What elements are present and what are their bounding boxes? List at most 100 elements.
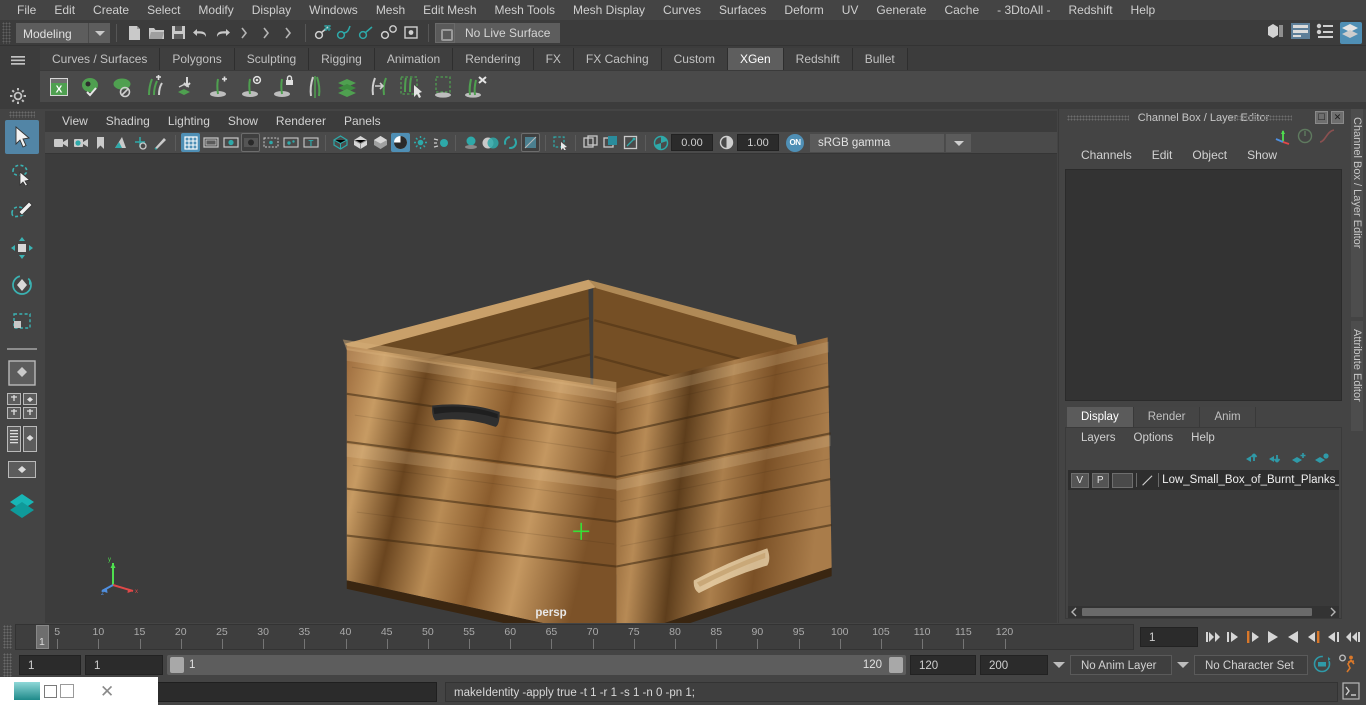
- shadows-icon[interactable]: [461, 133, 480, 152]
- shelf-item-xgen-add-description-icon[interactable]: [140, 72, 170, 102]
- layer-list[interactable]: V P Low_Small_Box_of_Burnt_Planks_001_: [1068, 470, 1339, 618]
- move-layer-down-icon[interactable]: [1268, 452, 1283, 465]
- grease-pencil-icon[interactable]: [151, 133, 170, 152]
- show-hide-channel-box-icon[interactable]: [1340, 22, 1362, 44]
- undock-panel-icon[interactable]: ☐: [1315, 111, 1328, 124]
- channel-box-list[interactable]: [1065, 169, 1342, 401]
- menu-item-create[interactable]: Create: [84, 0, 138, 20]
- layout-hypergraph-persp-icon[interactable]: [5, 457, 39, 487]
- camera-attributes-icon[interactable]: [71, 133, 90, 152]
- new-layer-from-selected-icon[interactable]: [1291, 452, 1306, 465]
- menu-item-mesh-tools[interactable]: Mesh Tools: [486, 0, 564, 20]
- xray-active-components-icon[interactable]: [621, 133, 640, 152]
- side-tab-attribute-editor[interactable]: Attribute Editor: [1351, 321, 1363, 431]
- maximize-window-icon[interactable]: [60, 684, 74, 698]
- snap-to-grid-icon[interactable]: [312, 22, 334, 44]
- shelf-tab-menu-icon[interactable]: [9, 53, 31, 75]
- step-back-frame-icon[interactable]: [1244, 627, 1262, 647]
- use-all-lights-icon[interactable]: [431, 133, 450, 152]
- move-layer-up-icon[interactable]: [1245, 452, 1260, 465]
- restore-window-icon[interactable]: [44, 685, 57, 698]
- playback-start-time-field[interactable]: 1: [85, 655, 163, 675]
- shelf-item-xgen-guide-visibility-icon[interactable]: [236, 72, 266, 102]
- menu-set-selector[interactable]: Modeling: [16, 22, 110, 43]
- shelf-item-xgen-region-select-icon[interactable]: [428, 72, 458, 102]
- shelf-item-xgen-select-guides-icon[interactable]: [396, 72, 426, 102]
- layer-playback-toggle[interactable]: P: [1091, 472, 1109, 488]
- exposure-value[interactable]: 0.00: [671, 134, 713, 151]
- curve-editor-icon[interactable]: [1318, 127, 1336, 148]
- 2d-pan-zoom-icon[interactable]: [131, 133, 150, 152]
- channel-box-menu-edit[interactable]: Edit: [1142, 145, 1183, 165]
- animation-end-time-field[interactable]: 200: [980, 655, 1048, 675]
- menu-item-redshift[interactable]: Redshift: [1060, 0, 1122, 20]
- close-panel-icon[interactable]: ✕: [1331, 111, 1344, 124]
- menu-item-file[interactable]: File: [8, 0, 45, 20]
- layout-four-view-icon[interactable]: [5, 391, 39, 421]
- auto-keyframe-icon[interactable]: [1312, 654, 1334, 676]
- use-default-lighting-icon[interactable]: [411, 133, 430, 152]
- script-editor-icon[interactable]: [1342, 682, 1362, 702]
- shelf-item-xgen-preview-icon[interactable]: [76, 72, 106, 102]
- range-slider[interactable]: 1 120: [167, 655, 906, 675]
- shelf-item-xgen-lock-guide-icon[interactable]: [268, 72, 298, 102]
- shelf-tab-redshift[interactable]: Redshift: [783, 48, 853, 70]
- menu-item-windows[interactable]: Windows: [300, 0, 367, 20]
- image-plane-icon[interactable]: [111, 133, 130, 152]
- shelf-tab-fx[interactable]: FX: [533, 48, 574, 70]
- current-frame-field[interactable]: 1: [1140, 627, 1198, 647]
- lasso-select-tool-icon[interactable]: [5, 157, 39, 191]
- show-hide-modeling-toolkit-icon[interactable]: [1265, 22, 1287, 44]
- snap-to-curve-icon[interactable]: [334, 22, 356, 44]
- layout-single-perspective-icon[interactable]: [5, 358, 39, 388]
- animation-preferences-icon[interactable]: [1338, 654, 1360, 676]
- menu-item-curves[interactable]: Curves: [654, 0, 710, 20]
- menu-item-edit-mesh[interactable]: Edit Mesh: [414, 0, 485, 20]
- shelf-tab-curves-surfaces[interactable]: Curves / Surfaces: [40, 48, 161, 70]
- scroll-right-arrow-icon[interactable]: [1326, 606, 1339, 618]
- menu-item-generate[interactable]: Generate: [867, 0, 935, 20]
- ambient-occlusion-icon[interactable]: [481, 133, 500, 152]
- wireframe-icon[interactable]: [331, 133, 350, 152]
- isolate-select-icon[interactable]: [551, 133, 570, 152]
- new-scene-icon[interactable]: [123, 22, 145, 44]
- time-slider-grip[interactable]: [3, 625, 12, 649]
- snap-to-projected-center-icon[interactable]: [378, 22, 400, 44]
- speed-dial-icon[interactable]: [1296, 127, 1314, 148]
- snap-to-point-icon[interactable]: [356, 22, 378, 44]
- safe-action-icon[interactable]: [281, 133, 300, 152]
- selection-mode-component-icon[interactable]: [277, 22, 299, 44]
- shelf-tab-bullet[interactable]: Bullet: [852, 48, 908, 70]
- layer-menu-options[interactable]: Options: [1125, 428, 1183, 448]
- shelf-item-xgen-editor-icon[interactable]: X: [44, 72, 74, 102]
- layer-name[interactable]: Low_Small_Box_of_Burnt_Planks_001_: [1162, 474, 1339, 486]
- menu-item-surfaces[interactable]: Surfaces: [710, 0, 775, 20]
- motion-blur-icon[interactable]: [501, 133, 520, 152]
- film-gate-icon[interactable]: [201, 133, 220, 152]
- scrollbar-thumb[interactable]: [1082, 608, 1312, 616]
- step-forward-frame-icon[interactable]: [1304, 627, 1322, 647]
- play-forwards-icon[interactable]: [1284, 627, 1302, 647]
- shelf-tab-polygons[interactable]: Polygons: [160, 48, 235, 70]
- selection-mode-hierarchy-icon[interactable]: [233, 22, 255, 44]
- menu-item-uv[interactable]: UV: [833, 0, 868, 20]
- color-profile-value[interactable]: sRGB gamma: [810, 133, 944, 152]
- shelf-item-xgen-convert-to-interactive-icon[interactable]: [364, 72, 394, 102]
- exposure-icon[interactable]: [651, 133, 670, 152]
- side-tab-channel-box[interactable]: Channel Box / Layer Editor: [1351, 109, 1363, 317]
- viewport-menu-shading[interactable]: Shading: [97, 111, 159, 132]
- layer-list-horizontal-scrollbar[interactable]: [1068, 606, 1339, 618]
- xray-icon[interactable]: [581, 133, 600, 152]
- make-live-control[interactable]: No Live Surface: [435, 22, 561, 43]
- shelf-item-xgen-import-collection-icon[interactable]: [172, 72, 202, 102]
- 3d-viewport[interactable]: y x z persp: [45, 154, 1057, 623]
- resolution-gate-icon[interactable]: [221, 133, 240, 152]
- rotate-tool-icon[interactable]: [5, 268, 39, 302]
- animation-start-time-field[interactable]: 1: [19, 655, 81, 675]
- shaded-textured-icon[interactable]: [391, 133, 410, 152]
- menu-item-mesh-display[interactable]: Mesh Display: [564, 0, 654, 20]
- new-layer-icon[interactable]: [1314, 452, 1329, 465]
- layout-outliner-persp-icon[interactable]: [5, 424, 39, 454]
- layer-tab-anim[interactable]: Anim: [1200, 407, 1256, 427]
- go-to-end-icon[interactable]: [1344, 627, 1362, 647]
